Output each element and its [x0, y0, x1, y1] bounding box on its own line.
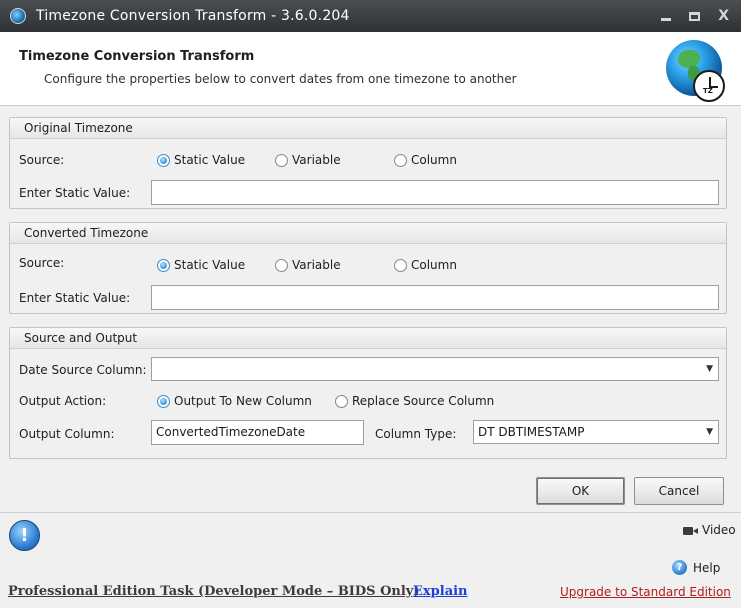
radio-replace-source-column-label: Replace Source Column — [352, 394, 495, 408]
radio-icon — [394, 258, 407, 272]
radio-selected-icon — [157, 258, 170, 272]
column-type-label: Column Type: — [375, 427, 457, 441]
column-type-dropdown[interactable]: DT DBTIMESTAMP ▼ — [473, 420, 719, 444]
radio-selected-icon — [157, 153, 170, 167]
original-radio-variable-label: Variable — [292, 153, 341, 167]
maximize-icon[interactable] — [689, 11, 701, 21]
help-link[interactable]: ? Help — [672, 560, 720, 575]
upgrade-link[interactable]: Upgrade to Standard Edition — [560, 585, 731, 599]
converted-radio-variable[interactable]: Variable — [275, 258, 341, 272]
converted-radio-variable-label: Variable — [292, 258, 341, 272]
converted-timezone-group: Converted Timezone Source: Static Value … — [9, 222, 727, 314]
date-source-label: Date Source Column: — [19, 363, 147, 377]
explain-link[interactable]: Explain — [413, 584, 468, 599]
original-radio-static-label: Static Value — [174, 153, 246, 167]
radio-icon — [335, 394, 348, 408]
converted-radio-column-label: Column — [411, 258, 457, 272]
source-output-heading: Source and Output — [10, 328, 726, 349]
source-output-group: Source and Output Date Source Column: ▼ … — [9, 327, 727, 459]
radio-output-new-column-label: Output To New Column — [174, 394, 312, 408]
app-globe-icon — [10, 8, 26, 24]
edition-text: Professional Edition Task (Developer Mod… — [8, 584, 420, 599]
original-radio-static[interactable]: Static Value — [157, 153, 245, 167]
video-label: Video — [702, 523, 736, 537]
window-title: Timezone Conversion Transform - 3.6.0.20… — [36, 8, 350, 24]
help-label: Help — [693, 560, 721, 575]
original-static-label: Enter Static Value: — [19, 186, 131, 200]
minimize-icon[interactable] — [661, 17, 672, 21]
converted-static-label: Enter Static Value: — [19, 291, 131, 305]
radio-selected-icon — [157, 394, 170, 408]
ok-button[interactable]: OK — [536, 477, 625, 505]
chevron-down-icon: ▼ — [706, 427, 713, 437]
converted-static-input[interactable] — [151, 285, 719, 310]
radio-icon — [275, 153, 288, 167]
dialog-header: Timezone Conversion Transform Configure … — [0, 32, 741, 106]
chevron-down-icon: ▼ — [706, 364, 713, 374]
original-radio-variable[interactable]: Variable — [275, 153, 341, 167]
info-icon[interactable]: ! — [9, 520, 40, 551]
converted-radio-static[interactable]: Static Value — [157, 258, 245, 272]
original-radio-column[interactable]: Column — [394, 153, 457, 167]
original-timezone-group: Original Timezone Source: Static Value V… — [9, 117, 727, 209]
window-titlebar[interactable]: Timezone Conversion Transform - 3.6.0.20… — [0, 0, 741, 32]
radio-icon — [275, 258, 288, 272]
window-controls: X — [661, 0, 729, 32]
header-subtitle: Configure the properties below to conver… — [44, 72, 517, 86]
converted-radio-static-label: Static Value — [174, 258, 246, 272]
column-type-value: DT DBTIMESTAMP — [478, 425, 585, 439]
radio-replace-source-column[interactable]: Replace Source Column — [335, 394, 494, 408]
output-column-input[interactable]: ConvertedTimezoneDate — [151, 420, 364, 445]
converted-timezone-heading: Converted Timezone — [10, 223, 726, 244]
clock-badge: TZ — [703, 87, 713, 95]
clock-icon: TZ — [693, 70, 725, 102]
original-timezone-heading: Original Timezone — [10, 118, 726, 139]
close-icon[interactable]: X — [718, 8, 729, 24]
converted-source-label: Source: — [19, 256, 65, 270]
radio-icon — [394, 153, 407, 167]
video-camera-icon — [683, 525, 698, 536]
original-source-label: Source: — [19, 153, 65, 167]
output-action-label: Output Action: — [19, 394, 107, 408]
cancel-button[interactable]: Cancel — [634, 477, 724, 505]
original-static-input[interactable] — [151, 180, 719, 205]
footer-divider — [0, 512, 741, 513]
original-radio-column-label: Column — [411, 153, 457, 167]
globe-land-shape — [678, 50, 700, 68]
radio-output-new-column[interactable]: Output To New Column — [157, 394, 312, 408]
output-column-label: Output Column: — [19, 427, 115, 441]
date-source-dropdown[interactable]: ▼ — [151, 357, 719, 381]
header-title: Timezone Conversion Transform — [19, 49, 255, 64]
converted-radio-column[interactable]: Column — [394, 258, 457, 272]
help-icon: ? — [672, 560, 687, 575]
video-link[interactable]: Video — [683, 523, 736, 537]
